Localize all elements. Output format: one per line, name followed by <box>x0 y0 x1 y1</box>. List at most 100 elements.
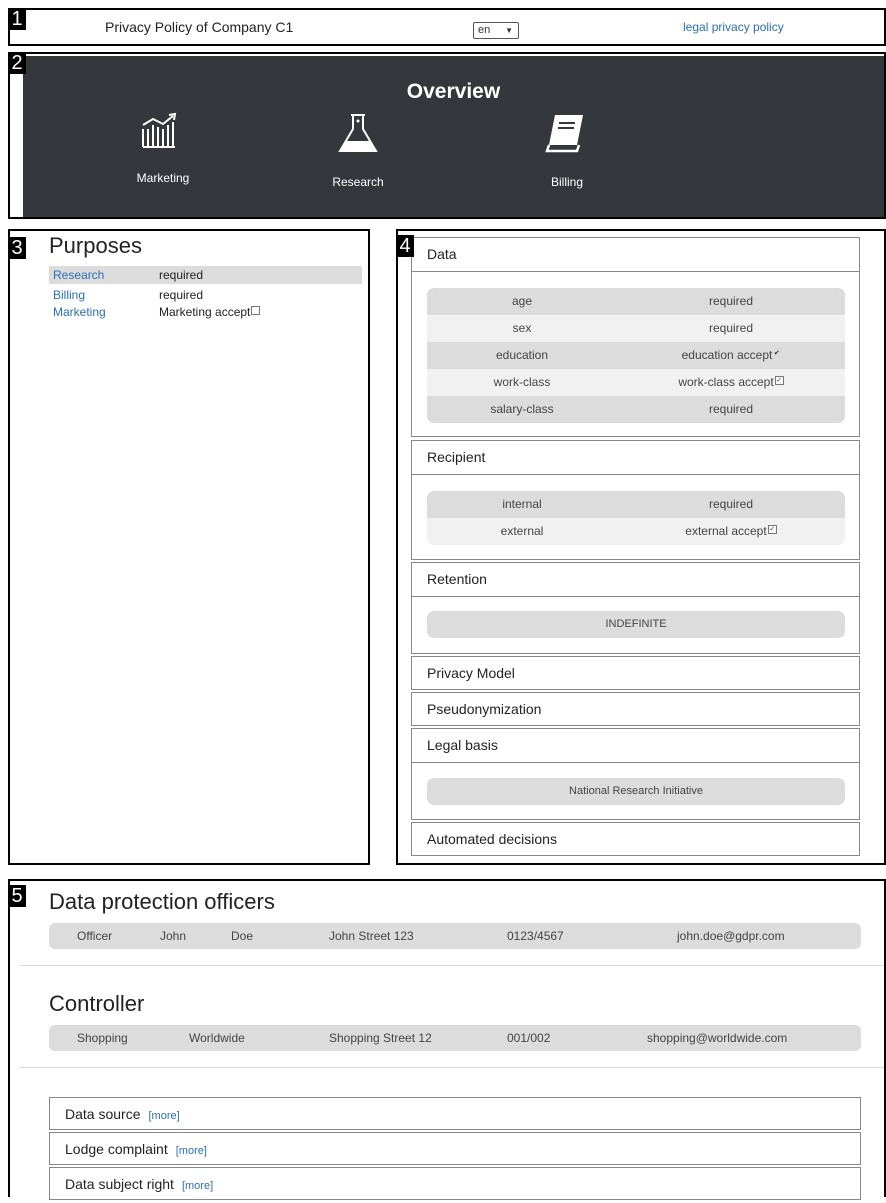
data-grid: age required sex required education educati… <box>427 288 845 423</box>
purpose-status: required <box>159 288 204 302</box>
page-title: Privacy Policy of Company C1 <box>105 19 294 35</box>
education-accept-label: education accept <box>681 348 773 362</box>
data-row-age: age required <box>427 288 845 315</box>
overview-item-billing[interactable]: Billing <box>507 111 627 189</box>
data-row-sex: sex required <box>427 315 845 342</box>
data-key: age <box>511 294 533 308</box>
section-tag-1: 1 <box>8 8 26 30</box>
external-accept-label: external accept <box>685 524 767 538</box>
purpose-row-billing: Billing required <box>49 286 362 304</box>
education-accept-checkbox[interactable]: ✔ <box>773 350 780 357</box>
data-source-label: Data source <box>65 1106 141 1122</box>
purpose-link-billing[interactable]: Billing <box>53 286 85 304</box>
overview-label-research: Research <box>332 175 384 189</box>
book-icon <box>545 115 583 153</box>
purpose-status: required <box>159 268 204 282</box>
data-subject-right-label: Data subject right <box>65 1176 174 1192</box>
purpose-row-research: Research required <box>49 266 362 284</box>
data-value: required <box>708 321 754 335</box>
overview-heading: Overview <box>406 80 501 103</box>
purposes-section: 3 Purposes Research required Billing req… <box>8 229 370 865</box>
dpo-phone: 0123/4567 <box>507 929 564 943</box>
dpo-role: Officer <box>77 929 113 943</box>
retention-value: INDEFINITE <box>427 611 845 638</box>
dpo-last-name: Doe <box>231 929 254 943</box>
data-panel: Data age required sex required education ed… <box>411 237 860 437</box>
flask-icon <box>338 114 378 152</box>
overview-item-marketing[interactable]: Marketing <box>103 111 223 185</box>
recipient-value: external accept ✓ <box>617 518 845 545</box>
overview-banner: Overview Marketing Research Billing <box>23 56 884 217</box>
section-tag-3: 3 <box>8 237 26 259</box>
purpose-link-research[interactable]: Research <box>53 266 104 284</box>
dpo-first-name: John <box>160 929 187 943</box>
data-value: work-class accept ✓ <box>617 369 845 396</box>
recipient-row-internal: internal required <box>427 491 845 518</box>
data-subject-right-more-link[interactable]: [more] <box>182 1180 213 1192</box>
topbar: 1 Privacy Policy of Company C1 en ▼ lega… <box>8 8 886 46</box>
work-class-accept-checkbox[interactable]: ✓ <box>774 376 784 386</box>
recipient-grid: internal required external external accept… <box>427 491 845 545</box>
data-source-more-link[interactable]: [more] <box>148 1110 179 1122</box>
details-section: 4 Data age required sex required education… <box>396 229 886 865</box>
controller-region: Worldwide <box>189 1031 245 1045</box>
overview-item-research[interactable]: Research <box>298 111 418 189</box>
purpose-status: Marketing accept <box>159 303 261 321</box>
retention-panel: Retention INDEFINITE <box>411 562 860 654</box>
divider <box>20 965 884 966</box>
language-select[interactable]: en ▼ <box>473 22 519 39</box>
retention-panel-header[interactable]: Retention <box>412 563 859 597</box>
data-subject-right-box: Data subject right [more] <box>49 1167 861 1200</box>
automated-decisions-panel[interactable]: Automated decisions <box>411 822 860 856</box>
pseudonymization-panel-header[interactable]: Pseudonymization <box>412 693 859 726</box>
recipient-key: internal <box>502 497 542 511</box>
recipient-value: required <box>708 497 754 511</box>
recipient-panel: Recipient internal required external exter… <box>411 440 860 560</box>
dropdown-arrow-icon: ▼ <box>505 26 513 35</box>
legal-basis-panel-header[interactable]: Legal basis <box>412 729 859 763</box>
legal-basis-value: National Research Initiative <box>427 778 845 805</box>
dpo-row: Officer John Doe John Street 123 0123/45… <box>49 923 861 949</box>
data-source-box: Data source [more] <box>49 1097 861 1130</box>
automated-decisions-panel-header[interactable]: Automated decisions <box>412 823 859 856</box>
controller-row: Shopping Worldwide Shopping Street 12 00… <box>49 1025 861 1051</box>
privacy-model-panel[interactable]: Privacy Model <box>411 656 860 690</box>
recipient-row-external: external external accept ✓ <box>427 518 845 545</box>
data-row-education: education education accept ✔ <box>427 342 845 369</box>
recipient-panel-header[interactable]: Recipient <box>412 441 859 475</box>
data-row-work-class: work-class work-class accept ✓ <box>427 369 845 396</box>
controller-name: Shopping <box>77 1031 128 1045</box>
controller-email: shopping@worldwide.com <box>647 1031 788 1045</box>
lodge-complaint-more-link[interactable]: [more] <box>176 1145 207 1157</box>
section-tag-2: 2 <box>8 52 26 74</box>
data-key: salary-class <box>490 402 554 416</box>
external-accept-checkbox[interactable]: ✓ <box>767 525 777 535</box>
lodge-complaint-box: Lodge complaint [more] <box>49 1132 861 1165</box>
overview-label-marketing: Marketing <box>136 171 190 185</box>
data-panel-header[interactable]: Data <box>412 238 859 272</box>
recipient-key: external <box>500 524 544 538</box>
data-row-salary-class: salary-class required <box>427 396 845 423</box>
pseudonymization-panel[interactable]: Pseudonymization <box>411 692 860 726</box>
overview-section: 2 Overview Marketing Research Billing <box>8 52 886 219</box>
purposes-heading: Purposes <box>49 233 142 258</box>
legal-privacy-policy-link[interactable]: legal privacy policy <box>683 20 784 34</box>
lodge-complaint-label: Lodge complaint <box>65 1141 168 1157</box>
marketing-accept-checkbox[interactable] <box>251 306 261 316</box>
divider <box>20 1067 884 1068</box>
controller-address: Shopping Street 12 <box>329 1031 432 1045</box>
dpo-email: john.doe@gdpr.com <box>677 929 785 943</box>
chart-trend-icon <box>142 112 177 148</box>
data-key: work-class <box>493 375 551 389</box>
legal-basis-panel: Legal basis National Research Initiative <box>411 728 860 820</box>
language-value: en <box>478 24 491 36</box>
privacy-model-panel-header[interactable]: Privacy Model <box>412 657 859 690</box>
data-key: sex <box>512 321 532 335</box>
section-tag-4: 4 <box>396 235 414 257</box>
dpo-heading: Data protection officers <box>49 889 275 914</box>
marketing-accept-label: Marketing accept <box>159 305 251 319</box>
data-value: required <box>708 402 754 416</box>
contacts-section: 5 Data protection officers Officer John … <box>8 879 886 1200</box>
controller-phone: 001/002 <box>507 1031 551 1045</box>
purpose-link-marketing[interactable]: Marketing <box>53 303 106 321</box>
